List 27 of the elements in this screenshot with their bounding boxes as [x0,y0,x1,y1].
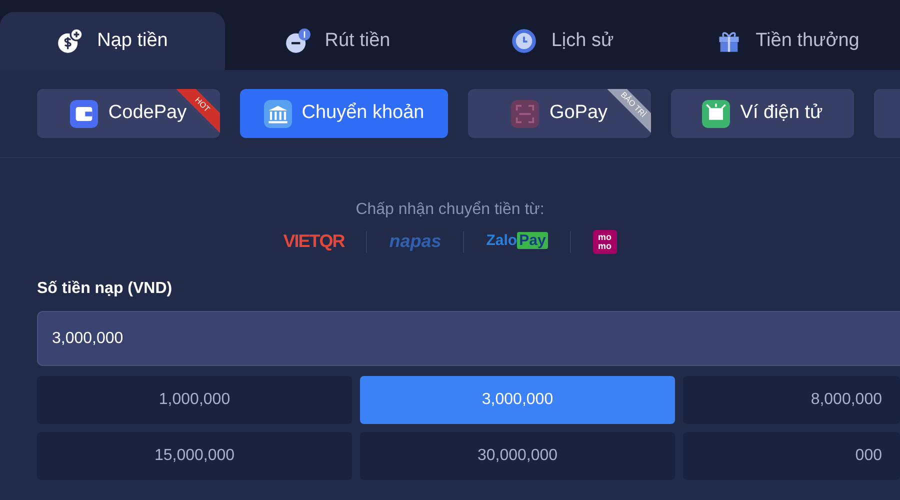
wallet-icon [70,100,98,128]
payment-method-button[interactable] [874,89,900,138]
vietqr-logo: VIETQR [283,230,344,253]
bank-icon [264,100,292,128]
amount-option-button[interactable]: 000 [683,432,900,480]
scan-icon [511,100,540,128]
amount-option-button[interactable]: 8,000,000 [683,376,900,424]
accepted-caption: Chấp nhận chuyển tiền từ: [354,200,546,220]
tab[interactable]: Rút tiền [225,12,450,70]
screen-icon [702,100,730,128]
payment-method-button[interactable]: Chuyển khoản [240,89,448,138]
clock-icon [511,28,538,54]
momo-logo: mo mo [592,230,617,254]
amount-input-field[interactable]: 3,000,000 [37,311,900,366]
napas-logo: napas [389,230,442,253]
amount-label: Số tiền nạp (VND) [37,279,174,299]
payment-method-button[interactable]: Ví điện tử [671,89,854,138]
amount-option-button[interactable]: 30,000,000 [360,432,675,480]
tab[interactable]: Tiền thưởng [675,12,900,70]
coin-plus-icon [57,28,84,54]
tab[interactable]: Lịch sử [450,12,675,70]
zalopay-logo: Zalo Pay [486,231,548,252]
amount-option-button[interactable]: 3,000,000 [360,376,675,424]
tab[interactable]: Nạp tiền [0,12,225,70]
coin-minus-icon [284,28,311,54]
amount-option-button[interactable]: 15,000,000 [37,432,352,480]
amount-option-button[interactable]: 1,000,000 [37,376,352,424]
